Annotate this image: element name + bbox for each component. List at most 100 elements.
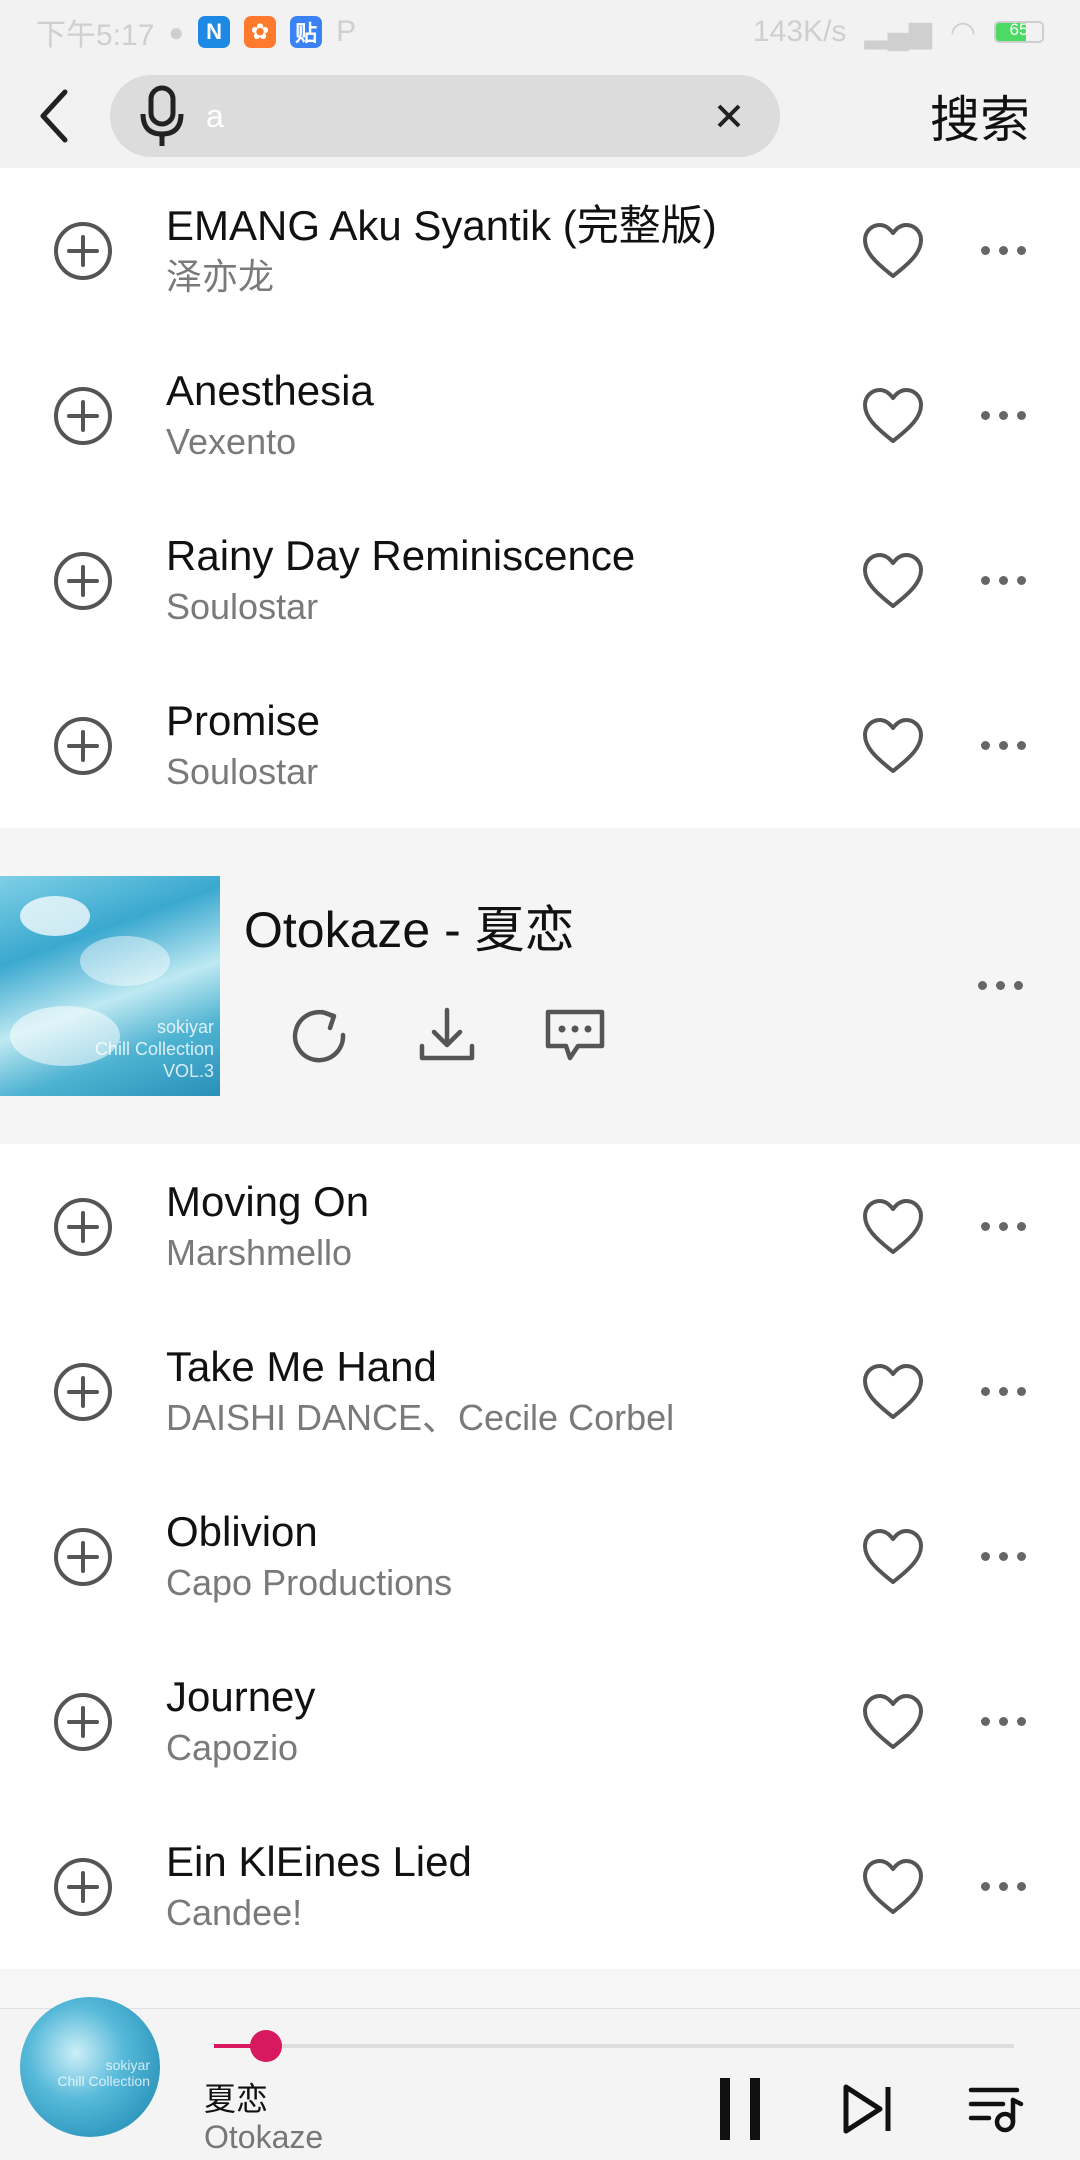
song-artist: 泽亦龙 [166,255,275,297]
more-horizontal-icon [980,1717,1026,1726]
song-row[interactable]: Ein KlEines Lied Candee! [0,1804,1080,1969]
song-more-button[interactable] [948,1144,1058,1309]
song-title: Promise [166,696,321,744]
song-info: Oblivion Capo Productions [166,1506,838,1608]
comment-button[interactable] [540,1000,610,1070]
comment-icon [545,1009,605,1061]
search-input[interactable] [206,97,702,135]
song-row[interactable]: Journey Capozio [0,1639,1080,1804]
song-more-button[interactable] [948,333,1058,498]
add-circle-icon [54,1527,112,1586]
progress-knob[interactable] [250,2030,282,2062]
divider [0,1122,1080,1144]
like-button[interactable] [838,1804,948,1969]
search-results-list: EMANG Aku Syantik (完整版) 泽亦龙 Anesthesia Vexe… [0,168,1080,1969]
battery-icon: 65 [994,21,1044,43]
next-button[interactable] [828,2069,908,2149]
song-info: Anesthesia Vexento [166,365,838,467]
like-button[interactable] [838,498,948,663]
song-row[interactable]: Moving On Marshmello [0,1144,1080,1309]
cover-text-line: VOL.3 [162,1061,214,1081]
close-icon [717,104,741,128]
add-circle-icon [54,551,112,610]
like-button[interactable] [838,333,948,498]
add-circle-icon [54,1857,112,1916]
song-artist: Soulostar [166,750,319,792]
add-to-playlist-button[interactable] [0,1144,166,1309]
song-more-button[interactable] [948,1639,1058,1804]
song-row[interactable]: Rainy Day Reminiscence Soulostar [0,498,1080,663]
skip-next-icon [843,2084,891,2134]
now-playing-title: 夏恋 [204,2080,269,2118]
song-more-button[interactable] [948,1309,1058,1474]
more-horizontal-icon [980,246,1026,255]
like-button[interactable] [838,663,948,828]
now-playing-expanded-item[interactable]: sokiyar Chill Collection VOL.3 Otokaze -… [0,850,1080,1122]
song-info: Take Me Hand DAISHI DANCE、Cecile Corbel [166,1341,838,1443]
more-horizontal-icon [980,1552,1026,1561]
like-button[interactable] [838,1309,948,1474]
results-group-before: EMANG Aku Syantik (完整版) 泽亦龙 Anesthesia Vexe… [0,168,1080,828]
expanded-more-button[interactable] [960,960,1040,1010]
expanded-title: Otokaze - 夏恋 [244,902,575,958]
song-info: EMANG Aku Syantik (完整版) 泽亦龙 [166,200,838,302]
add-to-playlist-button[interactable] [0,498,166,663]
search-button[interactable]: 搜索 [880,80,1080,152]
cover-text-line: Chill Collection [94,1039,214,1059]
now-playing-artist: Otokaze [204,2119,324,2155]
song-more-button[interactable] [948,168,1058,333]
like-button[interactable] [838,1474,948,1639]
song-title: Take Me Hand [166,1342,437,1390]
add-circle-icon [54,386,112,445]
playback-progress[interactable] [214,2030,1014,2062]
song-more-button[interactable] [948,1804,1058,1969]
song-row[interactable]: Promise Soulostar [0,663,1080,828]
heart-icon [863,552,923,608]
like-button[interactable] [838,1639,948,1804]
like-button[interactable] [838,1144,948,1309]
add-to-playlist-button[interactable] [0,1309,166,1474]
song-artist: DAISHI DANCE、Cecile Corbel [166,1396,675,1438]
add-to-playlist-button[interactable] [0,168,166,333]
status-left: 下午5:17 ● N ✿ 贴 P [36,10,356,54]
song-more-button[interactable] [948,663,1058,828]
add-to-playlist-button[interactable] [0,1804,166,1969]
search-box[interactable] [110,75,780,157]
song-row[interactable]: EMANG Aku Syantik (完整版) 泽亦龙 [0,168,1080,333]
song-artist: Capozio [166,1726,299,1768]
replay-icon [292,1009,346,1063]
wifi-icon: ◠ [949,15,976,49]
more-horizontal-icon [980,411,1026,420]
heart-icon [863,1858,923,1914]
results-group-after: Moving On Marshmello Take Me Hand DAISHI DA… [0,1144,1080,1969]
mini-player[interactable]: sokiyar Chill Collection 夏恋 Otokaze [0,1997,1080,2160]
voice-search-button[interactable] [132,85,192,146]
more-horizontal-icon [980,741,1026,750]
song-more-button[interactable] [948,498,1058,663]
like-button[interactable] [838,168,948,333]
add-circle-icon [54,1692,112,1751]
expanded-actions [244,1000,1080,1070]
add-to-playlist-button[interactable] [0,1474,166,1639]
song-row[interactable]: Anesthesia Vexento [0,333,1080,498]
pause-button[interactable] [700,2069,780,2149]
song-more-button[interactable] [948,1474,1058,1639]
replay-button[interactable] [284,1000,354,1070]
cover-cloud [20,896,90,936]
song-row[interactable]: Take Me Hand DAISHI DANCE、Cecile Corbel [0,1309,1080,1474]
download-button[interactable] [412,1000,482,1070]
divider [0,828,1080,850]
back-button[interactable] [0,64,110,168]
add-to-playlist-button[interactable] [0,333,166,498]
clear-search-button[interactable] [702,89,756,143]
more-horizontal-icon [980,1387,1026,1396]
now-playing-disc[interactable]: sokiyar Chill Collection [20,1997,160,2137]
playlist-button[interactable] [956,2069,1036,2149]
song-title: Oblivion [166,1507,318,1555]
add-to-playlist-button[interactable] [0,1639,166,1804]
add-to-playlist-button[interactable] [0,663,166,828]
song-row[interactable]: Oblivion Capo Productions [0,1474,1080,1639]
song-info: Moving On Marshmello [166,1176,838,1278]
song-artist: Soulostar [166,585,319,627]
song-title: Anesthesia [166,366,374,414]
